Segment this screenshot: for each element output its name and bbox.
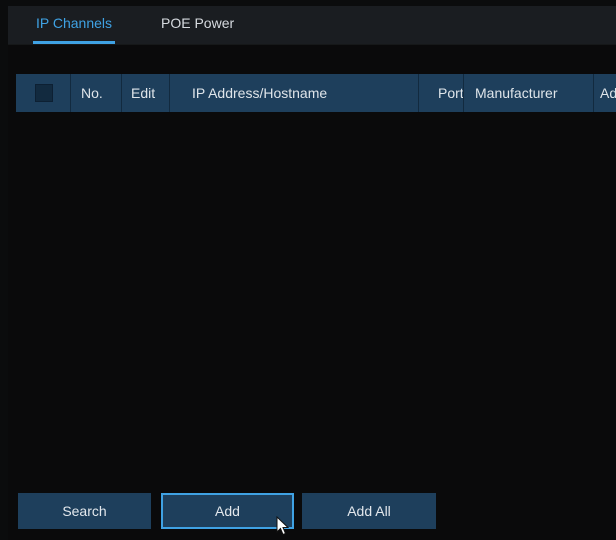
- mouse-cursor-icon: [276, 516, 290, 536]
- column-divider: [463, 74, 464, 112]
- search-button[interactable]: Search: [18, 493, 151, 529]
- column-divider: [418, 74, 419, 112]
- table-header: No. Edit IP Address/Hostname Port Manufa…: [16, 74, 616, 112]
- column-divider: [169, 74, 170, 112]
- column-divider: [70, 74, 71, 112]
- select-all-checkbox[interactable]: [35, 84, 53, 102]
- channel-list-panel: [8, 44, 616, 540]
- tab-bar: IP Channels POE Power: [8, 6, 616, 44]
- column-divider: [121, 74, 122, 112]
- column-header-ip-address[interactable]: IP Address/Hostname: [192, 74, 327, 112]
- column-header-manufacturer[interactable]: Manufacturer: [475, 74, 557, 112]
- ip-channels-screen: IP Channels POE Power No. Edit IP Addres…: [0, 0, 616, 540]
- column-divider: [593, 74, 594, 112]
- add-button[interactable]: Add: [161, 493, 294, 529]
- column-header-port[interactable]: Port: [438, 74, 464, 112]
- add-all-button[interactable]: Add All: [302, 493, 436, 529]
- column-header-ad[interactable]: Ad: [600, 74, 616, 112]
- column-header-no[interactable]: No.: [81, 74, 103, 112]
- column-header-edit[interactable]: Edit: [131, 74, 155, 112]
- tab-poe-power[interactable]: POE Power: [161, 6, 234, 44]
- tab-ip-channels[interactable]: IP Channels: [32, 6, 116, 44]
